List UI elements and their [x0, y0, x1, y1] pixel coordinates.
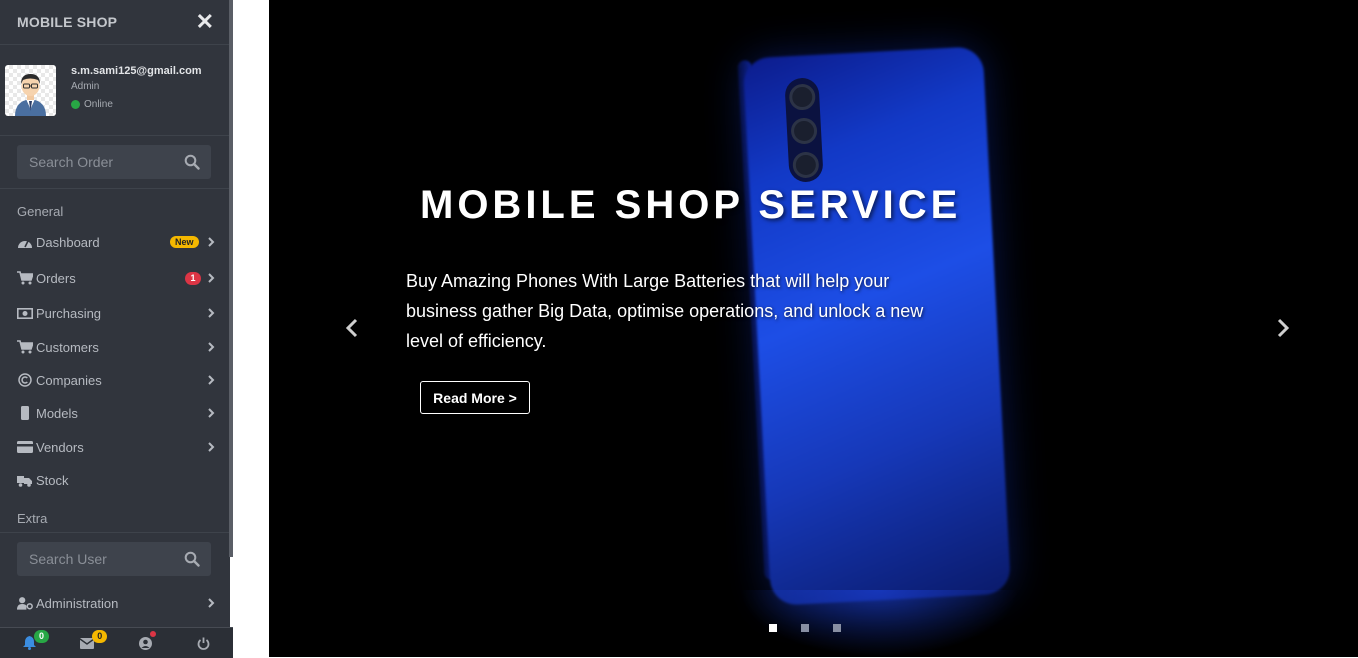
- orders-count-badge: 1: [185, 271, 201, 285]
- search-order-wrap: [0, 136, 230, 189]
- carousel-dot[interactable]: [769, 624, 777, 632]
- user-email: s.m.sami125@gmail.com: [71, 65, 202, 77]
- money-icon: [17, 306, 33, 320]
- sidebar-item-vendors[interactable]: Vendors: [0, 432, 230, 462]
- messages-badge: 0: [92, 630, 108, 643]
- chevron-right-icon: [208, 237, 215, 247]
- camera-lens: [788, 83, 816, 111]
- search-icon[interactable]: [184, 154, 200, 170]
- chevron-right-icon: [208, 375, 215, 385]
- section-extra: Extra: [17, 511, 48, 526]
- avatar-icon: [15, 74, 46, 116]
- online-dot-icon: [71, 100, 80, 109]
- sidebar-item-customers[interactable]: Customers: [0, 332, 230, 362]
- camera-module: [784, 77, 824, 183]
- search-order-box: [17, 145, 211, 179]
- chevron-right-icon: [208, 598, 215, 608]
- logout-button[interactable]: [175, 628, 233, 658]
- brand-title: MOBILE SHOP: [17, 14, 118, 30]
- sidebar-item-orders[interactable]: Orders 1: [0, 263, 230, 293]
- notifications-button[interactable]: 0: [0, 628, 58, 658]
- chevron-right-icon: [208, 342, 215, 352]
- camera-lens: [792, 151, 820, 179]
- user-status: Online: [71, 99, 113, 110]
- chevron-right-icon: [208, 273, 215, 283]
- carousel-indicators: [769, 624, 841, 632]
- chevron-right-icon[interactable]: [1275, 318, 1291, 338]
- sidebar-item-label: Stock: [36, 472, 69, 488]
- sidebar-item-label: Orders: [36, 270, 76, 286]
- sidebar-item-dashboard[interactable]: Dashboard New: [0, 227, 230, 257]
- sidebar-item-companies[interactable]: Companies: [0, 365, 230, 395]
- divider: [0, 532, 230, 533]
- sidebar: MOBILE SHOP ✕ s.m.sami125@gmail.com Admi…: [0, 0, 230, 657]
- chevron-right-icon: [208, 442, 215, 452]
- new-badge: New: [170, 236, 199, 248]
- chevron-right-icon: [208, 308, 215, 318]
- dashboard-icon: [17, 235, 33, 249]
- sidebar-item-administration[interactable]: Administration: [0, 588, 230, 618]
- carousel-dot[interactable]: [801, 624, 809, 632]
- close-icon[interactable]: ✕: [196, 9, 214, 35]
- user-cog-icon: [17, 596, 33, 610]
- cart-icon: [17, 271, 33, 285]
- search-user-box: [17, 542, 211, 576]
- hero-carousel: MOBILE SHOP SERVICE Buy Amazing Phones W…: [269, 0, 1358, 657]
- copyright-icon: [17, 373, 33, 387]
- carousel-dot[interactable]: [833, 624, 841, 632]
- notifications-badge: 0: [34, 630, 49, 643]
- sidebar-item-stock[interactable]: Stock: [0, 465, 230, 495]
- chevron-left-icon[interactable]: [344, 318, 360, 338]
- search-order-input[interactable]: [17, 153, 181, 171]
- user-panel: [0, 45, 230, 136]
- credit-card-icon: [17, 440, 33, 454]
- user-status-label: Online: [84, 99, 113, 110]
- search-user-input[interactable]: [17, 550, 181, 568]
- sidebar-item-label: Companies: [36, 372, 102, 388]
- avatar: [5, 65, 56, 116]
- user-role: Admin: [71, 81, 100, 92]
- sidebar-scrollbar[interactable]: [229, 0, 233, 557]
- sidebar-item-label: Vendors: [36, 439, 84, 455]
- camera-lens: [790, 117, 818, 145]
- chevron-right-icon: [208, 408, 215, 418]
- cart-icon: [17, 340, 33, 354]
- sidebar-item-label: Customers: [36, 339, 99, 355]
- hero-text: Buy Amazing Phones With Large Batteries …: [406, 271, 924, 351]
- read-more-button[interactable]: Read More >: [420, 381, 530, 414]
- sidebar-item-label: Purchasing: [36, 305, 102, 321]
- hero-title: MOBILE SHOP SERVICE: [420, 183, 962, 227]
- messages-button[interactable]: 0: [58, 628, 116, 658]
- section-general: General: [17, 204, 64, 219]
- sidebar-item-label: Models: [36, 405, 78, 421]
- status-dot: [149, 631, 156, 637]
- search-icon[interactable]: [184, 551, 200, 567]
- sidebar-item-models[interactable]: Models: [0, 398, 230, 428]
- truck-icon: [17, 473, 33, 487]
- mobile-icon: [17, 406, 33, 420]
- sidebar-item-label: Dashboard: [36, 234, 100, 250]
- sidebar-footer: 0 0: [0, 627, 233, 658]
- user-circle-icon: [139, 636, 153, 650]
- sidebar-brand: MOBILE SHOP ✕: [0, 0, 230, 45]
- sidebar-item-purchasing[interactable]: Purchasing: [0, 298, 230, 328]
- sidebar-item-label: Administration: [36, 595, 119, 611]
- profile-button[interactable]: [117, 628, 175, 658]
- power-icon: [198, 637, 210, 650]
